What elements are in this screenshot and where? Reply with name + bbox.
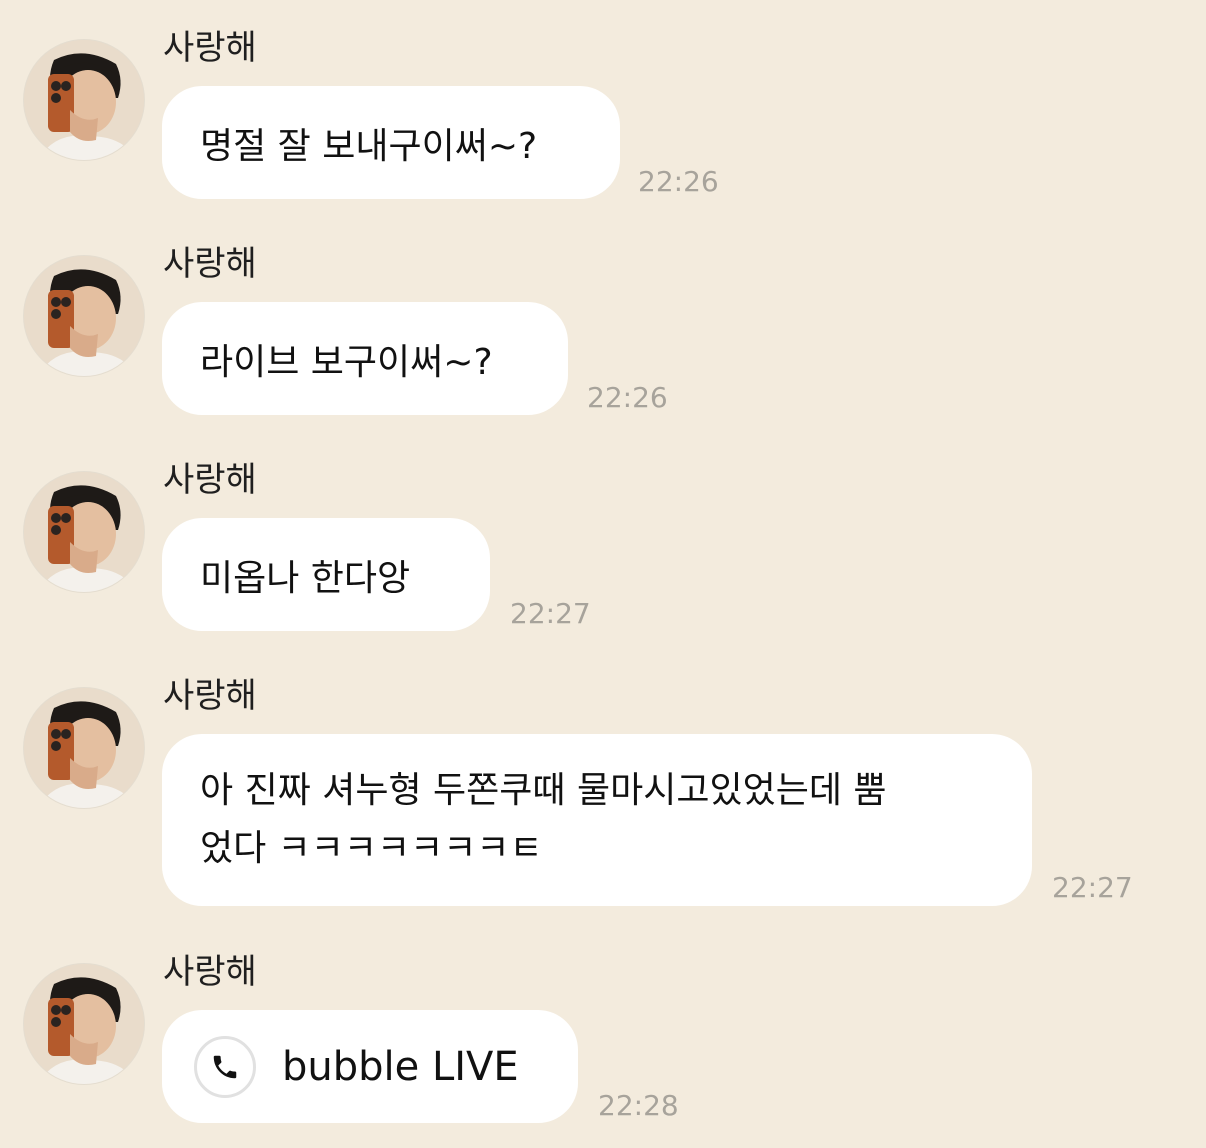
- message-time: 22:27: [510, 597, 591, 630]
- avatar[interactable]: [24, 964, 144, 1084]
- avatar[interactable]: [24, 256, 144, 376]
- message-text: 라이브 보구이써~?: [200, 341, 493, 383]
- sender-name: 사랑해: [163, 952, 257, 992]
- avatar[interactable]: [24, 688, 144, 808]
- message-text: 아 진짜 셔누형 두쫀쿠때 물마시고있었는데 뿜 었다 ㅋㅋㅋㅋㅋㅋㅋㅌ: [200, 762, 887, 878]
- message-bubble[interactable]: 명절 잘 보내구이써~?: [162, 86, 620, 199]
- message-text: 미옵나 한다앙: [200, 557, 411, 599]
- message-time: 22:27: [1052, 871, 1133, 904]
- avatar[interactable]: [24, 40, 144, 160]
- message-bubble[interactable]: 아 진짜 셔누형 두쫀쿠때 물마시고있었는데 뿜 었다 ㅋㅋㅋㅋㅋㅋㅋㅌ: [162, 734, 1032, 906]
- sender-name: 사랑해: [163, 28, 257, 68]
- sender-name: 사랑해: [163, 244, 257, 284]
- sender-name: 사랑해: [163, 460, 257, 500]
- avatar[interactable]: [24, 472, 144, 592]
- bubble-live-label: bubble LIVE: [282, 1043, 519, 1090]
- message-text: 명절 잘 보내구이써~?: [200, 125, 538, 167]
- message-bubble[interactable]: 미옵나 한다앙: [162, 518, 490, 631]
- message-time: 22:26: [638, 165, 719, 198]
- message-line: 었다 ㅋㅋㅋㅋㅋㅋㅋㅌ: [200, 828, 543, 869]
- phone-icon: [194, 1035, 256, 1098]
- sender-name: 사랑해: [163, 676, 257, 716]
- bubble-live-card[interactable]: bubble LIVE: [162, 1010, 578, 1123]
- message-time: 22:26: [587, 381, 668, 414]
- message-time: 22:28: [598, 1089, 679, 1122]
- message-bubble[interactable]: 라이브 보구이써~?: [162, 302, 568, 415]
- message-line: 아 진짜 셔누형 두쫀쿠때 물마시고있었는데 뿜: [200, 770, 887, 811]
